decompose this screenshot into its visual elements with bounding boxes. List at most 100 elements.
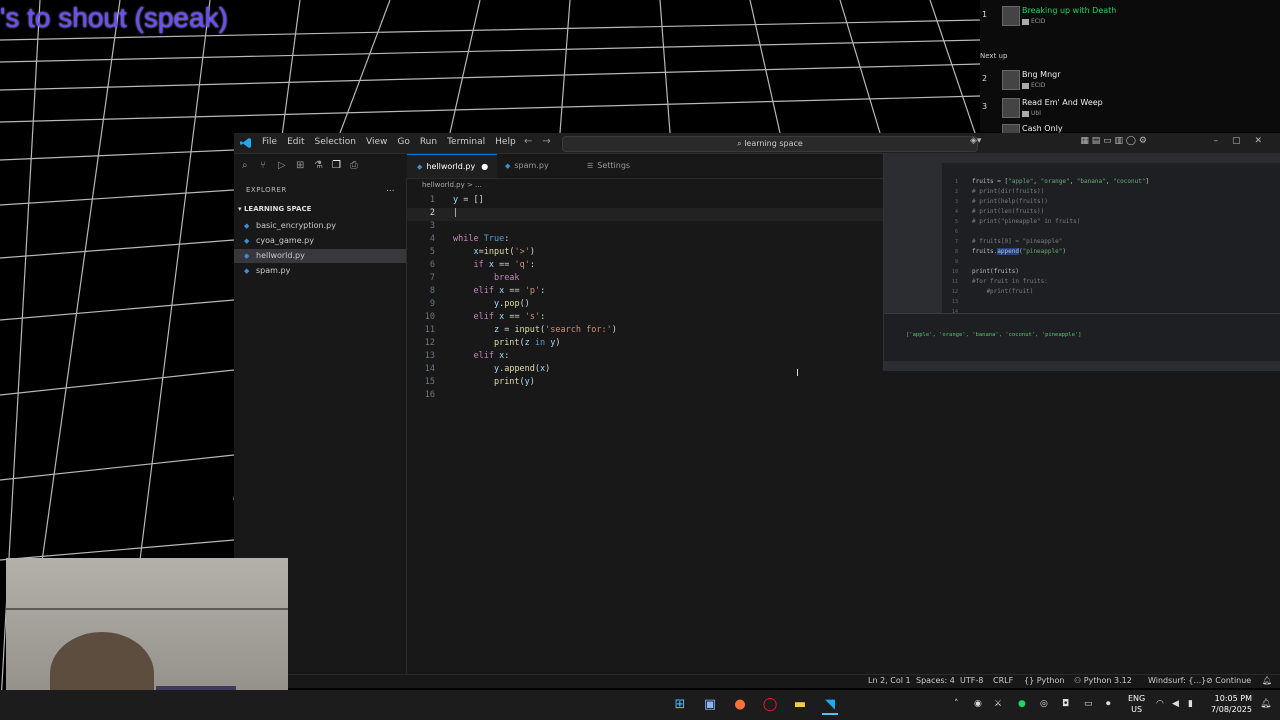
remote-icon[interactable]: ⎙: [350, 160, 361, 171]
line-number: 1: [429, 195, 435, 205]
tray-app-icon[interactable]: ▭: [1084, 699, 1093, 709]
wifi-icon[interactable]: ◠: [1156, 699, 1164, 709]
vscode-taskbar-icon[interactable]: ◥: [822, 697, 838, 715]
opera-icon[interactable]: ◯: [762, 697, 778, 713]
close-icon[interactable]: ✕: [1254, 136, 1276, 146]
menu-edit[interactable]: Edit: [287, 137, 304, 147]
calculator-icon[interactable]: ▣: [702, 697, 718, 713]
breadcrumb[interactable]: hellworld.py > ...: [422, 181, 482, 189]
tab-label: spam.py: [514, 161, 549, 170]
accounts-icon[interactable]: ◯: [1126, 136, 1136, 146]
music-queue-panel: 1 Breaking up with Death ECID Next up 2 …: [980, 0, 1280, 144]
copilot-icon[interactable]: ◈▾: [970, 136, 981, 146]
tray-app-icon[interactable]: ⚔: [994, 699, 1002, 709]
spotify-tray-icon[interactable]: ●: [1018, 699, 1026, 709]
python-file-icon: ◆: [417, 163, 423, 171]
language-mode[interactable]: {} Python: [1024, 676, 1064, 685]
menu-file[interactable]: File: [262, 137, 277, 147]
notification-bell-icon[interactable]: 🔔︎: [1260, 699, 1271, 709]
clock-time: 10:05 PM: [1214, 694, 1252, 703]
code-text: print(z in y): [493, 338, 561, 348]
explorer-icon[interactable]: ❐: [332, 160, 343, 171]
python-file-icon: ◆: [505, 162, 511, 170]
queue-item-number: 2: [982, 74, 988, 83]
encoding[interactable]: UTF-8: [960, 676, 983, 685]
explicit-badge-icon: [1022, 82, 1029, 89]
notifications-bell-icon[interactable]: 🔔︎: [1262, 676, 1272, 685]
line-number: 10: [424, 312, 435, 322]
tray-app-icon[interactable]: ◎: [1040, 699, 1048, 709]
line-number: 9: [429, 299, 435, 309]
layout-icon[interactable]: ▦: [1080, 136, 1089, 146]
line-number: 6: [429, 260, 435, 270]
menu-terminal[interactable]: Terminal: [447, 137, 485, 147]
line-number: 14: [424, 364, 435, 374]
more-actions-icon[interactable]: ...: [386, 184, 395, 194]
system-clock[interactable]: 10:05 PM 7/08/2025: [1208, 693, 1252, 715]
menu-go[interactable]: Go: [397, 137, 409, 147]
search-icon[interactable]: ⌕: [242, 160, 253, 171]
input-language[interactable]: ENG US: [1128, 693, 1145, 715]
python-file-icon: ◆: [244, 252, 250, 260]
queue-item[interactable]: 2 Bng Mngr ECID: [980, 68, 1280, 92]
artist-name: Ubl: [1031, 110, 1041, 117]
file-name: spam.py: [256, 266, 291, 275]
menu-view[interactable]: View: [366, 137, 387, 147]
tray-expand-chevron-icon[interactable]: ˄: [954, 699, 959, 709]
tray-app-icon[interactable]: ◉: [974, 699, 982, 709]
maximize-icon[interactable]: ▢: [1232, 136, 1255, 146]
indentation[interactable]: Spaces: 4: [916, 676, 955, 685]
tab-hellworld[interactable]: ◆ hellworld.py ●: [407, 154, 497, 178]
line-endings[interactable]: CRLF: [993, 676, 1013, 685]
manage-gear-icon[interactable]: ⚙: [1139, 136, 1147, 146]
queue-item[interactable]: 3 Read Em' And Weep Ubl: [980, 96, 1280, 120]
testing-icon[interactable]: ⚗: [314, 160, 325, 171]
workspace-folder[interactable]: ▾ LEARNING SPACE: [238, 205, 311, 213]
minimize-icon[interactable]: –: [1213, 136, 1232, 146]
preview-code: fruits = ["apple", "orange", "banana", "…: [972, 178, 1150, 295]
file-item-hellworld[interactable]: ◆ hellworld.py: [234, 249, 406, 263]
microphone-icon[interactable]: ⏺: [1106, 699, 1111, 709]
file-item-basic-encryption[interactable]: ◆ basic_encryption.py: [234, 219, 406, 233]
reference-screenshot-preview: 1 2 3 4 5 6 7 8 9 10 11 12 13 14 15 16 f…: [883, 153, 1280, 371]
toggle-secondary-sidebar-icon[interactable]: ▥: [1115, 136, 1124, 146]
file-item-cyoa-game[interactable]: ◆ cyoa_game.py: [234, 234, 406, 248]
run-debug-icon[interactable]: ▷: [278, 160, 289, 171]
code-text: break: [493, 273, 520, 283]
firefox-icon[interactable]: ●: [732, 697, 748, 713]
line-number: 7: [429, 273, 435, 283]
tab-settings[interactable]: ☰ Settings: [587, 154, 667, 178]
file-explorer-icon[interactable]: ▬: [792, 697, 808, 713]
command-center-search[interactable]: ⌕ learning space: [562, 136, 978, 152]
python-interpreter[interactable]: ⚇ Python 3.12: [1074, 676, 1132, 685]
menu-run[interactable]: Run: [420, 137, 437, 147]
menu-selection[interactable]: Selection: [315, 137, 356, 147]
windsurf-status[interactable]: Windsurf: {...}: [1148, 676, 1206, 685]
toggle-sidebar-icon[interactable]: ▤: [1092, 136, 1101, 146]
extensions-icon[interactable]: ⊞: [296, 160, 307, 171]
continue-status[interactable]: ⊘ Continue: [1206, 676, 1251, 685]
back-arrow-icon[interactable]: ←: [524, 136, 542, 147]
cursor-position[interactable]: Ln 2, Col 1: [868, 676, 911, 685]
toggle-panel-icon[interactable]: ▭: [1103, 136, 1112, 146]
queue-item[interactable]: 1 Breaking up with Death ECID: [980, 4, 1280, 28]
forward-arrow-icon[interactable]: →: [542, 136, 560, 147]
tab-spam[interactable]: ◆ spam.py: [505, 154, 585, 178]
vscode-logo-icon: [240, 138, 251, 148]
line-number: 13: [424, 351, 435, 361]
unsaved-dot-icon[interactable]: ●: [481, 162, 488, 171]
menu-help[interactable]: Help: [495, 137, 516, 147]
windows-start-icon[interactable]: ⊞: [672, 697, 688, 713]
queue-item-number: 3: [982, 102, 988, 111]
battery-icon[interactable]: ▮: [1188, 699, 1193, 709]
code-text: elif x:: [473, 351, 510, 361]
queue-item-number: 1: [982, 10, 988, 19]
source-control-icon[interactable]: ⑂: [260, 160, 271, 171]
discord-tray-icon[interactable]: ◘: [1062, 699, 1069, 709]
volume-icon[interactable]: ◀: [1172, 699, 1179, 709]
region-code: US: [1131, 705, 1143, 714]
stream-overlay-caption: 's to shout (speak): [0, 2, 228, 33]
file-item-spam[interactable]: ◆ spam.py: [234, 264, 406, 278]
artist-name: ECID: [1031, 18, 1046, 25]
code-line: 16: [407, 390, 1057, 403]
